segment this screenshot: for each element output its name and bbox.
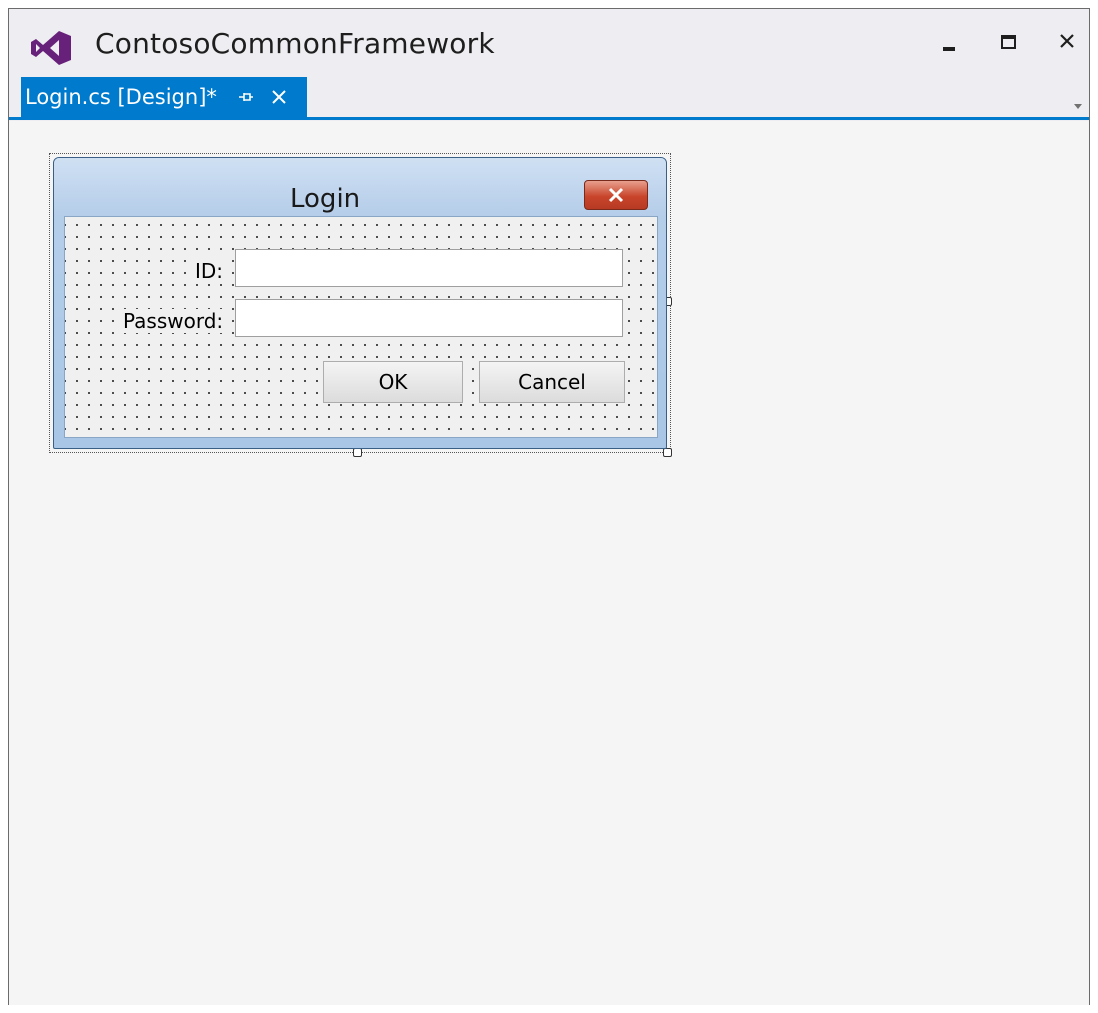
cancel-button[interactable]: Cancel bbox=[479, 361, 625, 403]
tab-underline bbox=[9, 117, 1089, 120]
id-field[interactable] bbox=[235, 249, 623, 287]
maximize-button[interactable] bbox=[989, 23, 1029, 63]
form-client-area: ID: Password: OK Cancel bbox=[64, 216, 658, 438]
ok-button[interactable]: OK bbox=[323, 361, 463, 403]
document-tab-strip: Login.cs [Design]* bbox=[9, 77, 1089, 121]
design-surface[interactable]: Login ID: Password: OK Cancel bbox=[9, 121, 1089, 1005]
form-close-button[interactable] bbox=[584, 180, 648, 210]
ide-window: ContosoCommonFramework Login.cs [Design]… bbox=[8, 8, 1090, 1005]
app-title: ContosoCommonFramework bbox=[95, 27, 495, 60]
form-title: Login bbox=[290, 184, 361, 214]
title-bar: ContosoCommonFramework bbox=[9, 9, 1089, 77]
maximize-icon bbox=[1001, 35, 1016, 49]
resize-handle-corner[interactable] bbox=[663, 448, 672, 457]
chevron-down-icon[interactable] bbox=[1071, 101, 1085, 111]
close-icon bbox=[1060, 34, 1074, 48]
visual-studio-logo-icon bbox=[31, 31, 71, 65]
login-form[interactable]: Login ID: Password: OK Cancel bbox=[53, 157, 667, 449]
minimize-icon bbox=[943, 47, 955, 51]
pin-icon[interactable] bbox=[237, 88, 255, 106]
resize-handle-bottom[interactable] bbox=[353, 448, 362, 457]
close-window-button[interactable] bbox=[1047, 23, 1087, 63]
close-icon[interactable] bbox=[269, 87, 289, 107]
password-label: Password: bbox=[121, 309, 226, 333]
minimize-button[interactable] bbox=[929, 23, 969, 63]
tab-label: Login.cs [Design]* bbox=[25, 85, 217, 109]
password-field[interactable] bbox=[235, 299, 623, 337]
close-icon bbox=[608, 187, 624, 203]
id-label: ID: bbox=[193, 259, 226, 283]
tab-login-design[interactable]: Login.cs [Design]* bbox=[21, 77, 307, 117]
form-caption-bar: Login bbox=[54, 158, 666, 216]
